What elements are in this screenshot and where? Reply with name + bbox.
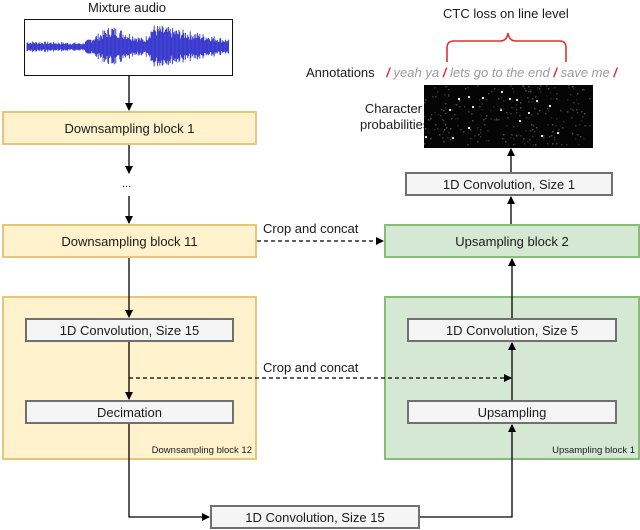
ctc-brace <box>446 32 567 62</box>
connectors <box>125 32 567 521</box>
arrow-bottleneck-to-upsampling <box>420 424 516 518</box>
arrow-decimation-to-bottleneck <box>128 424 210 521</box>
